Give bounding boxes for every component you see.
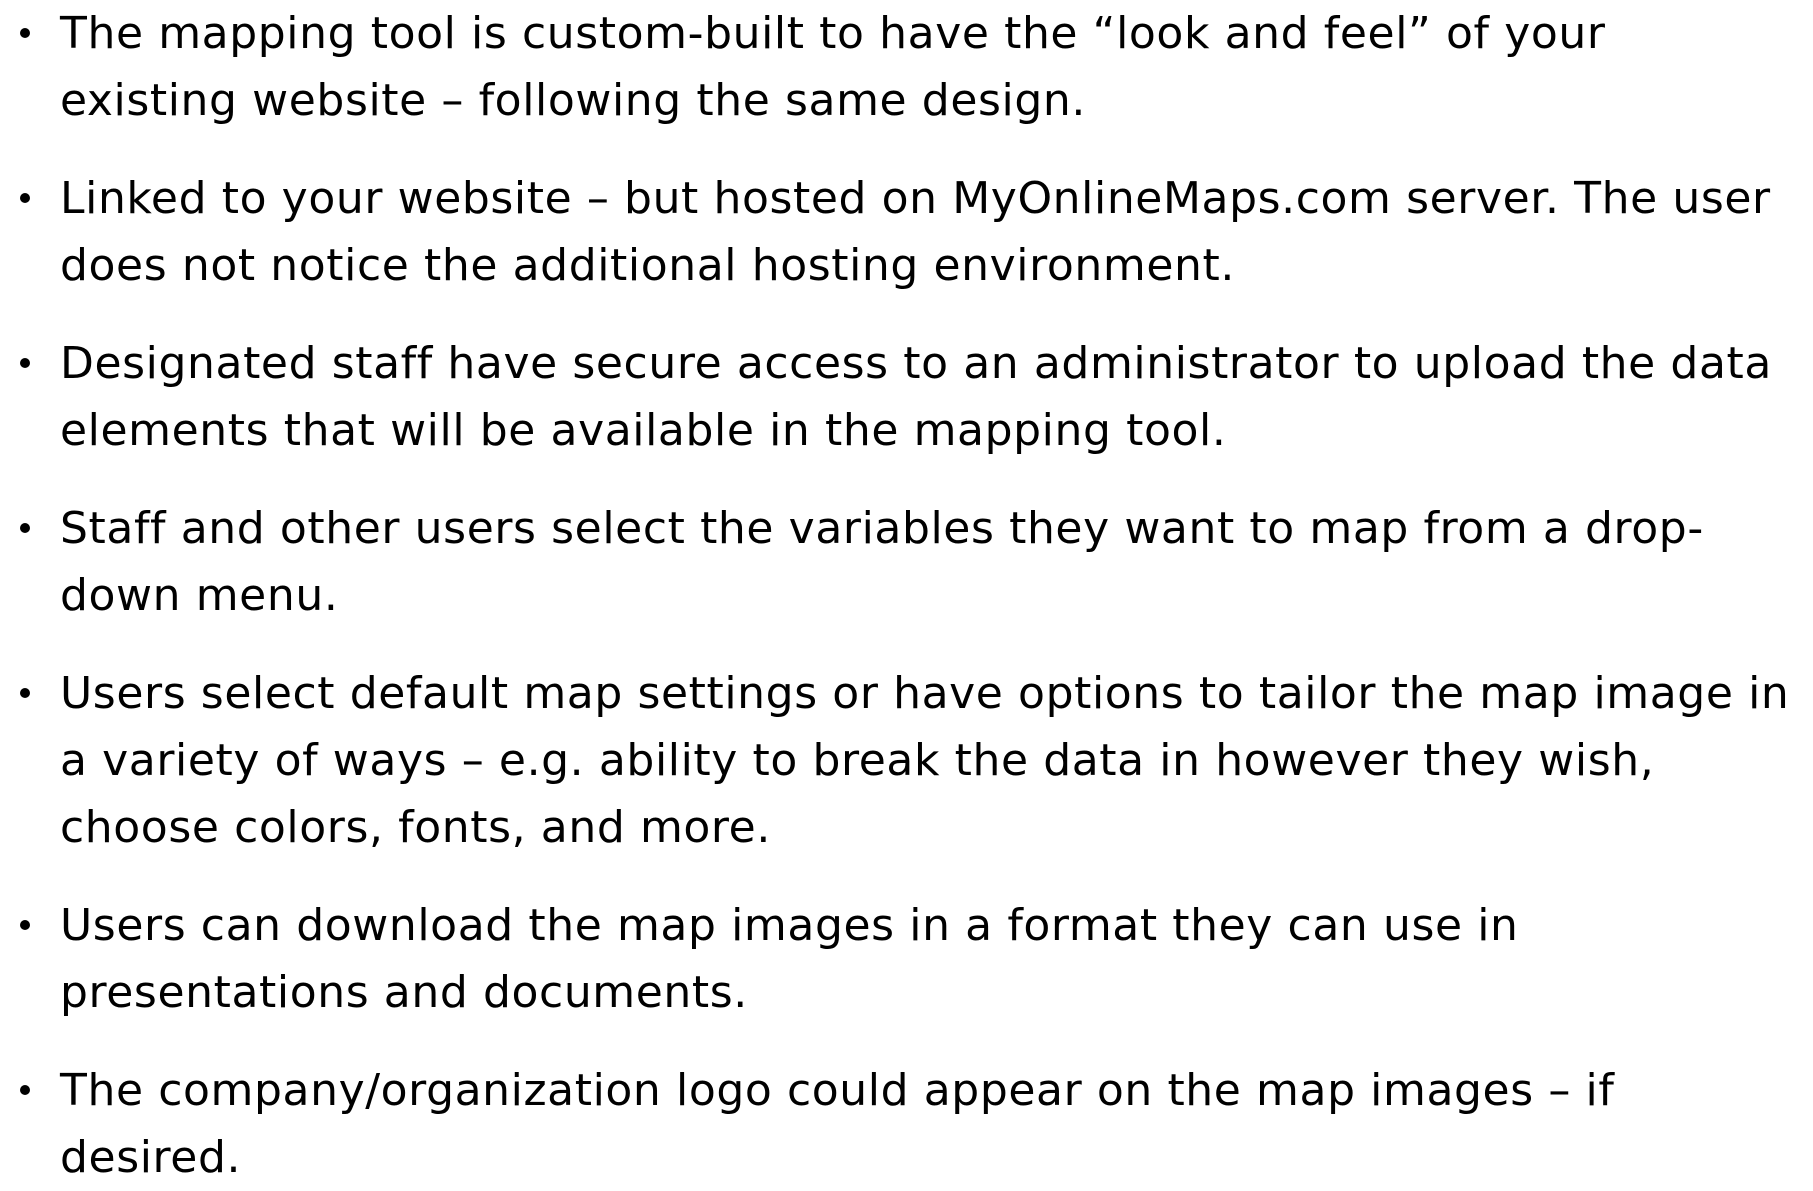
- bullet-icon: [20, 358, 30, 368]
- bullet-text: Users can download the map images in a f…: [60, 900, 1519, 1018]
- bullet-icon: [20, 193, 30, 203]
- bullet-icon: [20, 28, 30, 38]
- bullet-text: Linked to your website – but hosted on M…: [60, 173, 1771, 291]
- bullet-text: The company/organization logo could appe…: [60, 1065, 1615, 1183]
- bullet-icon: [20, 920, 30, 930]
- bullet-text: Users select default map settings or hav…: [60, 668, 1790, 853]
- bullet-icon: [20, 688, 30, 698]
- bullet-text: Designated staff have secure access to a…: [60, 338, 1772, 456]
- bullet-text: The mapping tool is custom-built to have…: [60, 8, 1606, 126]
- bullet-icon: [20, 523, 30, 533]
- bullet-icon: [20, 1085, 30, 1095]
- bullet-text: Staff and other users select the variabl…: [60, 503, 1704, 621]
